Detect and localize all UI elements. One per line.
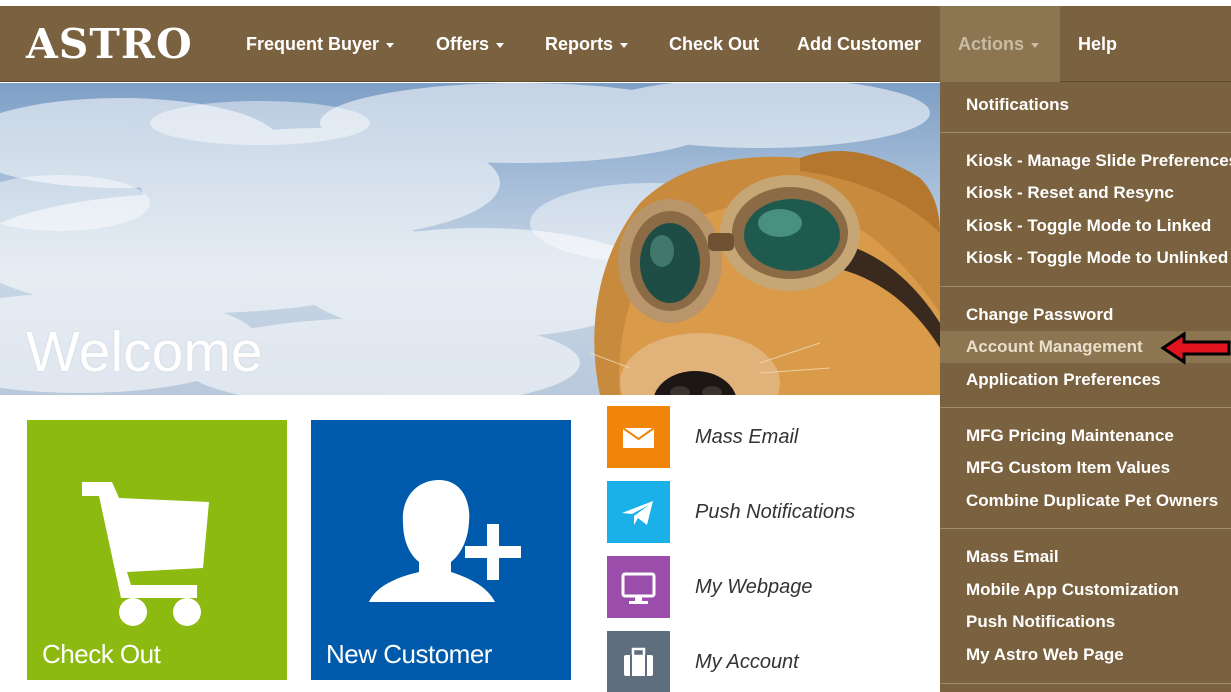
menu-divider xyxy=(940,528,1231,529)
nav-offers-label: Offers xyxy=(436,34,490,54)
check-out-tile-label: Check Out xyxy=(42,639,161,669)
briefcase-icon xyxy=(607,631,670,692)
menu-item-kiosk-toggle-unlinked[interactable]: Kiosk - Toggle Mode to Unlinked xyxy=(940,242,1231,274)
nav-reports-label: Reports xyxy=(545,34,614,54)
nav-frequent-buyer[interactable]: Frequent Buyer xyxy=(246,6,395,82)
caret-down-icon xyxy=(620,42,629,48)
menu-divider xyxy=(940,683,1231,684)
dashboard-content: Check Out New Customer Mass Email Push N… xyxy=(15,395,940,692)
menu-item-mass-email[interactable]: Mass Email xyxy=(940,541,1231,573)
welcome-line: Welcome xyxy=(26,320,263,384)
menu-item-push-notifications[interactable]: Push Notifications xyxy=(940,606,1231,638)
check-out-tile[interactable]: Check Out xyxy=(27,420,287,680)
top-navbar: ASTRO Frequent Buyer Offers Reports Chec… xyxy=(0,6,1231,82)
menu-item-notifications[interactable]: Notifications xyxy=(940,89,1231,121)
astro-logo[interactable]: ASTRO xyxy=(26,22,193,66)
menu-divider xyxy=(940,286,1231,287)
nav-actions[interactable]: Actions xyxy=(940,6,1060,82)
menu-item-mfg-custom-item-values[interactable]: MFG Custom Item Values xyxy=(940,452,1231,484)
envelope-icon xyxy=(607,406,670,468)
menu-item-application-preferences[interactable]: Application Preferences xyxy=(940,364,1231,396)
new-customer-tile-label: New Customer xyxy=(326,639,492,669)
menu-item-mobile-app-customization[interactable]: Mobile App Customization xyxy=(940,574,1231,606)
nav-frequent-buyer-label: Frequent Buyer xyxy=(246,34,380,54)
nav-help[interactable]: Help xyxy=(1078,6,1117,82)
quick-link-my-account[interactable]: My Account xyxy=(607,631,937,692)
caret-down-icon xyxy=(496,42,505,48)
monitor-icon xyxy=(607,556,670,618)
hero-banner: Welcome Astro Test User xyxy=(0,83,940,395)
actions-dropdown-menu: Notifications Kiosk - Manage Slide Prefe… xyxy=(940,82,1231,692)
menu-item-mfg-pricing-maintenance[interactable]: MFG Pricing Maintenance xyxy=(940,420,1231,452)
new-customer-tile[interactable]: New Customer xyxy=(311,420,571,680)
nav-add-customer[interactable]: Add Customer xyxy=(797,6,921,82)
menu-item-kiosk-toggle-linked[interactable]: Kiosk - Toggle Mode to Linked xyxy=(940,210,1231,242)
quick-link-my-webpage[interactable]: My Webpage xyxy=(607,556,937,618)
nav-check-out[interactable]: Check Out xyxy=(669,6,759,82)
caret-down-icon xyxy=(386,42,395,48)
menu-item-kiosk-reset-resync[interactable]: Kiosk - Reset and Resync xyxy=(940,177,1231,209)
menu-item-kiosk-manage-slide-preferences[interactable]: Kiosk - Manage Slide Preferences xyxy=(940,145,1231,177)
red-arrow-annotation-icon xyxy=(1160,331,1231,365)
nav-offers[interactable]: Offers xyxy=(436,6,505,82)
quick-link-push-notifications[interactable]: Push Notifications xyxy=(607,481,937,543)
quick-link-mass-email[interactable]: Mass Email xyxy=(607,406,937,468)
quick-link-my-webpage-label: My Webpage xyxy=(695,576,813,598)
nav-reports[interactable]: Reports xyxy=(545,6,629,82)
menu-divider xyxy=(940,407,1231,408)
menu-divider xyxy=(940,132,1231,133)
quick-link-mass-email-label: Mass Email xyxy=(695,426,799,448)
quick-link-my-account-label: My Account xyxy=(695,651,799,673)
quick-link-push-notifications-label: Push Notifications xyxy=(695,501,856,523)
menu-item-change-password[interactable]: Change Password xyxy=(940,299,1231,331)
nav-actions-label: Actions xyxy=(958,34,1025,54)
caret-down-icon xyxy=(1031,42,1040,48)
menu-item-combine-duplicate-pet-owners[interactable]: Combine Duplicate Pet Owners xyxy=(940,485,1231,517)
menu-item-my-astro-web-page[interactable]: My Astro Web Page xyxy=(940,639,1231,671)
welcome-heading: Welcome Astro Test User xyxy=(26,319,415,395)
paper-plane-icon xyxy=(607,481,670,543)
welcome-user-line: Astro Test User xyxy=(26,385,415,395)
